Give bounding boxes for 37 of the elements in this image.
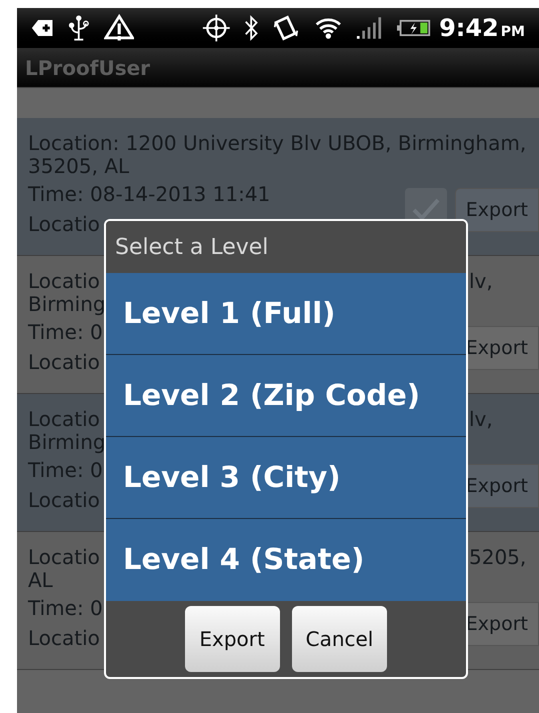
cancel-button[interactable]: Cancel	[292, 606, 388, 672]
time-text: Time: 0	[28, 459, 104, 482]
location-text: Locatio	[28, 270, 101, 293]
level-option[interactable]: Level 2 (Zip Code)	[106, 355, 466, 437]
usb-icon	[68, 13, 90, 43]
location-text: lv,	[469, 408, 493, 431]
location-text: Birming	[28, 293, 106, 316]
clock-period: PM	[500, 23, 525, 42]
location-text: AL	[28, 569, 54, 592]
location-text: Location: 1200 University Blv UBOB, Birmingham,	[28, 132, 526, 155]
clock-time: 9:42	[439, 13, 499, 44]
level-option[interactable]: Level 4 (State)	[106, 519, 466, 601]
battery-charging-icon	[397, 18, 432, 38]
bluetooth-icon	[244, 13, 259, 43]
app-title: LProofUser	[25, 54, 150, 82]
export-button[interactable]: Export	[184, 606, 280, 672]
time-text: Time: 0	[28, 321, 104, 344]
authority-text: Locatio	[28, 627, 101, 650]
time-text: Time: 08-14-2013 11:41	[28, 183, 272, 206]
signal-icon	[356, 15, 384, 41]
vibrate-icon	[272, 13, 300, 43]
authority-text: Locatio	[28, 489, 101, 512]
level-option[interactable]: Level 3 (City)	[106, 437, 466, 519]
level-option[interactable]: Level 1 (Full)	[106, 273, 466, 355]
tag-plus-icon	[31, 17, 54, 39]
authority-text: Locatio	[28, 351, 101, 374]
checkmark-icon	[411, 197, 441, 221]
location-text: Birming	[28, 431, 106, 454]
location-text: 35205, AL	[28, 155, 130, 178]
location-text: 5205,	[469, 546, 526, 569]
location-text: Locatio	[28, 546, 101, 569]
crosshair-icon	[202, 12, 230, 44]
location-text: lv,	[469, 270, 493, 293]
location-text: Locatio	[28, 408, 101, 431]
warning-icon	[104, 13, 134, 43]
authority-text: Locatio	[28, 213, 101, 236]
time-text: Time: 0	[28, 597, 103, 620]
